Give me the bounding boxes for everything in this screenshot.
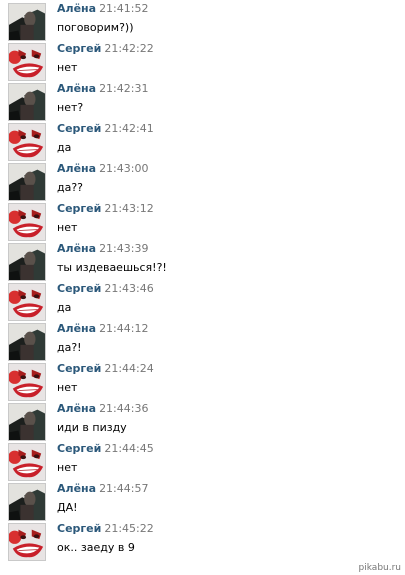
- message-text: да: [57, 301, 72, 314]
- alena-avatar[interactable]: [8, 243, 46, 281]
- chat-log: Алёна 21:41:52 поговорим?)) Сергей 21:42:2…: [0, 0, 405, 575]
- sergey-avatar[interactable]: [8, 443, 46, 481]
- message-text: нет: [57, 221, 78, 234]
- message-header: Сергей 21:43:46: [57, 282, 154, 296]
- message-row: Алёна 21:42:31 нет?: [0, 80, 405, 121]
- message-row: Алёна 21:44:57 ДА!: [0, 480, 405, 521]
- timestamp: 21:41:52: [99, 2, 149, 15]
- author-name[interactable]: Алёна: [57, 482, 96, 495]
- timestamp: 21:44:45: [104, 442, 154, 455]
- alena-avatar[interactable]: [8, 163, 46, 201]
- message-row: Сергей 21:45:22 ок.. заеду в 9: [0, 520, 405, 561]
- message-header: Сергей 21:42:22: [57, 42, 154, 56]
- message-row: Алёна 21:41:52 поговорим?)): [0, 0, 405, 41]
- author-name[interactable]: Сергей: [57, 282, 101, 295]
- message-row: Алёна 21:44:12 да?!: [0, 320, 405, 361]
- timestamp: 21:44:36: [99, 402, 149, 415]
- message-header: Алёна 21:43:39: [57, 242, 148, 256]
- message-row: Сергей 21:43:12 нет: [0, 200, 405, 241]
- message-text: да: [57, 141, 72, 154]
- message-row: Сергей 21:42:41 да: [0, 120, 405, 161]
- message-header: Алёна 21:44:36: [57, 402, 148, 416]
- message-text: да?!: [57, 341, 82, 354]
- author-name[interactable]: Сергей: [57, 522, 101, 535]
- message-row: Сергей 21:43:46 да: [0, 280, 405, 321]
- author-name[interactable]: Сергей: [57, 122, 101, 135]
- timestamp: 21:44:12: [99, 322, 149, 335]
- timestamp: 21:43:12: [104, 202, 154, 215]
- alena-avatar[interactable]: [8, 323, 46, 361]
- sergey-avatar[interactable]: [8, 123, 46, 161]
- alena-avatar[interactable]: [8, 403, 46, 441]
- sergey-avatar[interactable]: [8, 283, 46, 321]
- message-text: ДА!: [57, 501, 78, 514]
- message-header: Алёна 21:41:52: [57, 2, 148, 16]
- sergey-avatar[interactable]: [8, 523, 46, 561]
- timestamp: 21:42:22: [104, 42, 154, 55]
- sergey-avatar[interactable]: [8, 43, 46, 81]
- message-text: нет: [57, 461, 78, 474]
- message-header: Сергей 21:43:12: [57, 202, 154, 216]
- message-row: Алёна 21:43:00 да??: [0, 160, 405, 201]
- author-name[interactable]: Алёна: [57, 242, 96, 255]
- message-header: Сергей 21:42:41: [57, 122, 154, 136]
- message-row: Сергей 21:44:45 нет: [0, 440, 405, 481]
- timestamp: 21:44:24: [104, 362, 154, 375]
- timestamp: 21:44:57: [99, 482, 149, 495]
- alena-avatar[interactable]: [8, 483, 46, 521]
- timestamp: 21:42:31: [99, 82, 149, 95]
- message-header: Алёна 21:43:00: [57, 162, 148, 176]
- message-text: ты издеваешься!?!: [57, 261, 167, 274]
- message-text: поговорим?)): [57, 21, 134, 34]
- author-name[interactable]: Алёна: [57, 322, 96, 335]
- message-header: Алёна 21:44:57: [57, 482, 148, 496]
- alena-avatar[interactable]: [8, 3, 46, 41]
- sergey-avatar[interactable]: [8, 363, 46, 401]
- author-name[interactable]: Сергей: [57, 42, 101, 55]
- watermark: pikabu.ru: [358, 563, 401, 573]
- message-text: нет: [57, 381, 78, 394]
- timestamp: 21:45:22: [104, 522, 154, 535]
- message-text: нет?: [57, 101, 84, 114]
- message-row: Алёна 21:44:36 иди в пизду: [0, 400, 405, 441]
- message-header: Сергей 21:44:45: [57, 442, 154, 456]
- timestamp: 21:42:41: [104, 122, 154, 135]
- author-name[interactable]: Сергей: [57, 362, 101, 375]
- message-header: Сергей 21:45:22: [57, 522, 154, 536]
- message-text: да??: [57, 181, 84, 194]
- timestamp: 21:43:39: [99, 242, 149, 255]
- alena-avatar[interactable]: [8, 83, 46, 121]
- message-text: иди в пизду: [57, 421, 127, 434]
- author-name[interactable]: Сергей: [57, 442, 101, 455]
- author-name[interactable]: Алёна: [57, 2, 96, 15]
- message-header: Алёна 21:44:12: [57, 322, 148, 336]
- author-name[interactable]: Сергей: [57, 202, 101, 215]
- message-header: Сергей 21:44:24: [57, 362, 154, 376]
- timestamp: 21:43:46: [104, 282, 154, 295]
- message-row: Сергей 21:42:22 нет: [0, 40, 405, 81]
- author-name[interactable]: Алёна: [57, 162, 96, 175]
- sergey-avatar[interactable]: [8, 203, 46, 241]
- author-name[interactable]: Алёна: [57, 402, 96, 415]
- message-row: Сергей 21:44:24 нет: [0, 360, 405, 401]
- author-name[interactable]: Алёна: [57, 82, 96, 95]
- timestamp: 21:43:00: [99, 162, 149, 175]
- message-text: ок.. заеду в 9: [57, 541, 135, 554]
- message-text: нет: [57, 61, 78, 74]
- message-row: Алёна 21:43:39 ты издеваешься!?!: [0, 240, 405, 281]
- message-header: Алёна 21:42:31: [57, 82, 148, 96]
